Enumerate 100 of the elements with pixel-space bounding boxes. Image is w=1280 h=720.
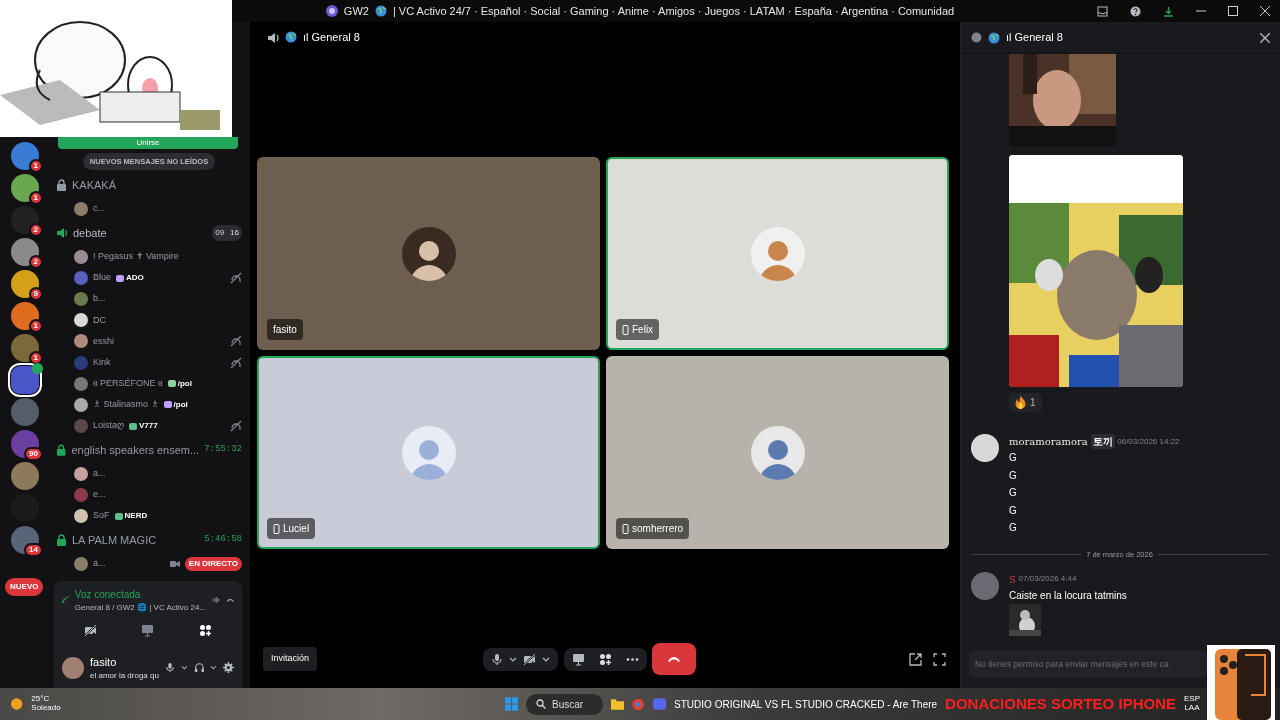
server-icon[interactable]: 9 [11,270,39,298]
settings-icon[interactable] [223,661,234,675]
avatar [62,656,84,679]
server-icon[interactable]: 1 [11,174,39,202]
voice-member[interactable]: ♗ Stalinasmo ♗ /pol [56,394,242,416]
channel-row[interactable]: KAKAKÁ [56,171,242,199]
language[interactable]: ESP [1184,695,1200,704]
fullscreen-icon[interactable] [933,652,946,666]
headphones-icon[interactable] [193,661,205,675]
server-icon[interactable]: 1 [11,302,39,330]
avatar [971,571,999,600]
download-icon[interactable] [1163,5,1174,17]
channel-name: english speakers ensem... [71,442,200,458]
camera-off-icon[interactable] [84,624,98,638]
channel-row[interactable]: LA PALM MAGIC 5:46:58 [56,526,242,554]
server-icon[interactable] [11,462,39,490]
close-icon[interactable] [1260,32,1270,43]
window-title: GW2 [343,3,369,19]
voice-member[interactable]: a... [56,463,242,485]
inbox-icon[interactable] [1097,5,1108,17]
pop-out-icon[interactable] [909,652,922,666]
microphone-icon[interactable] [491,652,504,666]
voice-member[interactable]: e... [56,484,242,506]
activities-icon[interactable] [598,652,612,666]
server-icon[interactable]: 2 [11,206,39,234]
reaction-button[interactable]: 1 [1009,393,1042,412]
voice-member[interactable]: DC [56,309,242,331]
maximize-icon[interactable] [1228,6,1238,16]
message-text: G [1009,503,1018,518]
channel-name: LA PALM MAGIC [72,532,158,548]
avatar [74,376,88,391]
server-icon[interactable]: 90 [11,430,39,458]
globe-icon [374,5,387,17]
server-icon [325,5,338,17]
voice-member[interactable]: a... EN DIRECTO [56,553,242,575]
voice-member[interactable]: esshi [56,330,242,353]
speaker-icon [267,31,279,43]
member-name: e... [93,488,106,502]
unread-badge: 1 [28,319,43,333]
video-tile[interactable]: Felix [606,157,949,350]
avatar [971,434,999,462]
participant-label: Luciel [267,518,316,539]
screen-share-icon[interactable] [571,652,585,666]
voice-member[interactable]: ! Pegasus ✝ Vampire [56,246,242,268]
new-badge: NUEVO [5,578,44,596]
invite-button[interactable]: Invitación [263,647,318,671]
voice-location[interactable]: General 8 / GW2 🌐 | VC Activo 24... [74,601,207,614]
avatar [74,466,88,481]
voice-member[interactable]: SoF NERD [56,505,242,527]
hang-up-button[interactable] [652,643,697,675]
caret-icon[interactable] [542,655,551,663]
speaker-icon [56,227,68,239]
screen-share-icon[interactable] [141,624,155,638]
folder-icon[interactable] [611,698,625,710]
phone-icon [667,654,682,664]
participant-label: Felix [616,319,660,340]
member-name: a... [93,557,106,571]
taskbar-window-title[interactable]: STUDIO ORIGINAL VS FL STUDIO CRACKED - Are There [674,696,938,712]
server-icon[interactable]: 14 [11,526,39,554]
channel-title: ıl General 8 [303,29,360,45]
channel-row[interactable]: english speakers ensem... 7:55:32 [56,436,242,464]
unread-badge: 90 [24,447,43,461]
help-icon[interactable] [1130,5,1141,17]
caret-icon[interactable] [180,664,188,672]
video-tile[interactable]: somherrero [606,356,949,549]
voice-member[interactable]: c... [56,198,242,220]
unread-badge: 9 [28,287,43,301]
server-icon[interactable]: 1 [11,334,39,362]
video-tile[interactable]: Luciel [257,356,600,549]
channel-timer: 5:46:58 [204,533,242,547]
camera-off-icon[interactable] [523,652,537,666]
caret-icon[interactable] [210,664,218,672]
voice-member[interactable]: Kink [56,352,242,374]
member-name: b... [93,292,106,306]
message-text: G [1009,468,1018,483]
unread-badge: 2 [28,223,43,237]
voice-member[interactable]: b... [56,288,242,310]
server-icon[interactable]: 1 [11,142,39,170]
voice-member[interactable]: Loistaღ V777 [56,415,242,437]
member-name: Kink [93,355,111,369]
member-name: Blue [93,271,111,285]
microphone-icon[interactable] [164,661,175,675]
user-status: el amor la droga qu [90,670,159,683]
voice-member[interactable]: ɞ PERSÉFONE ɞ /pol [56,373,242,395]
fire-icon [1015,396,1026,409]
voice-member[interactable]: Blue ADO [56,267,242,289]
message-author[interactable]: moramoramora [1009,434,1088,449]
close-icon[interactable] [1260,6,1270,16]
channel-row[interactable]: debate 09 16 [56,219,242,247]
message-author[interactable]: S [1009,571,1016,587]
start-icon[interactable] [504,697,518,711]
member-name: ɞ PERSÉFONE ɞ [93,377,163,390]
search-field[interactable]: Buscar [526,693,604,715]
server-icon[interactable]: 2 [11,238,39,266]
lock-icon [56,534,67,547]
caret-icon[interactable] [509,655,518,663]
video-tile[interactable]: fasito [257,157,600,350]
unread-badge: 1 [28,191,43,205]
activities-icon[interactable] [198,624,212,638]
globe-icon [285,31,297,43]
